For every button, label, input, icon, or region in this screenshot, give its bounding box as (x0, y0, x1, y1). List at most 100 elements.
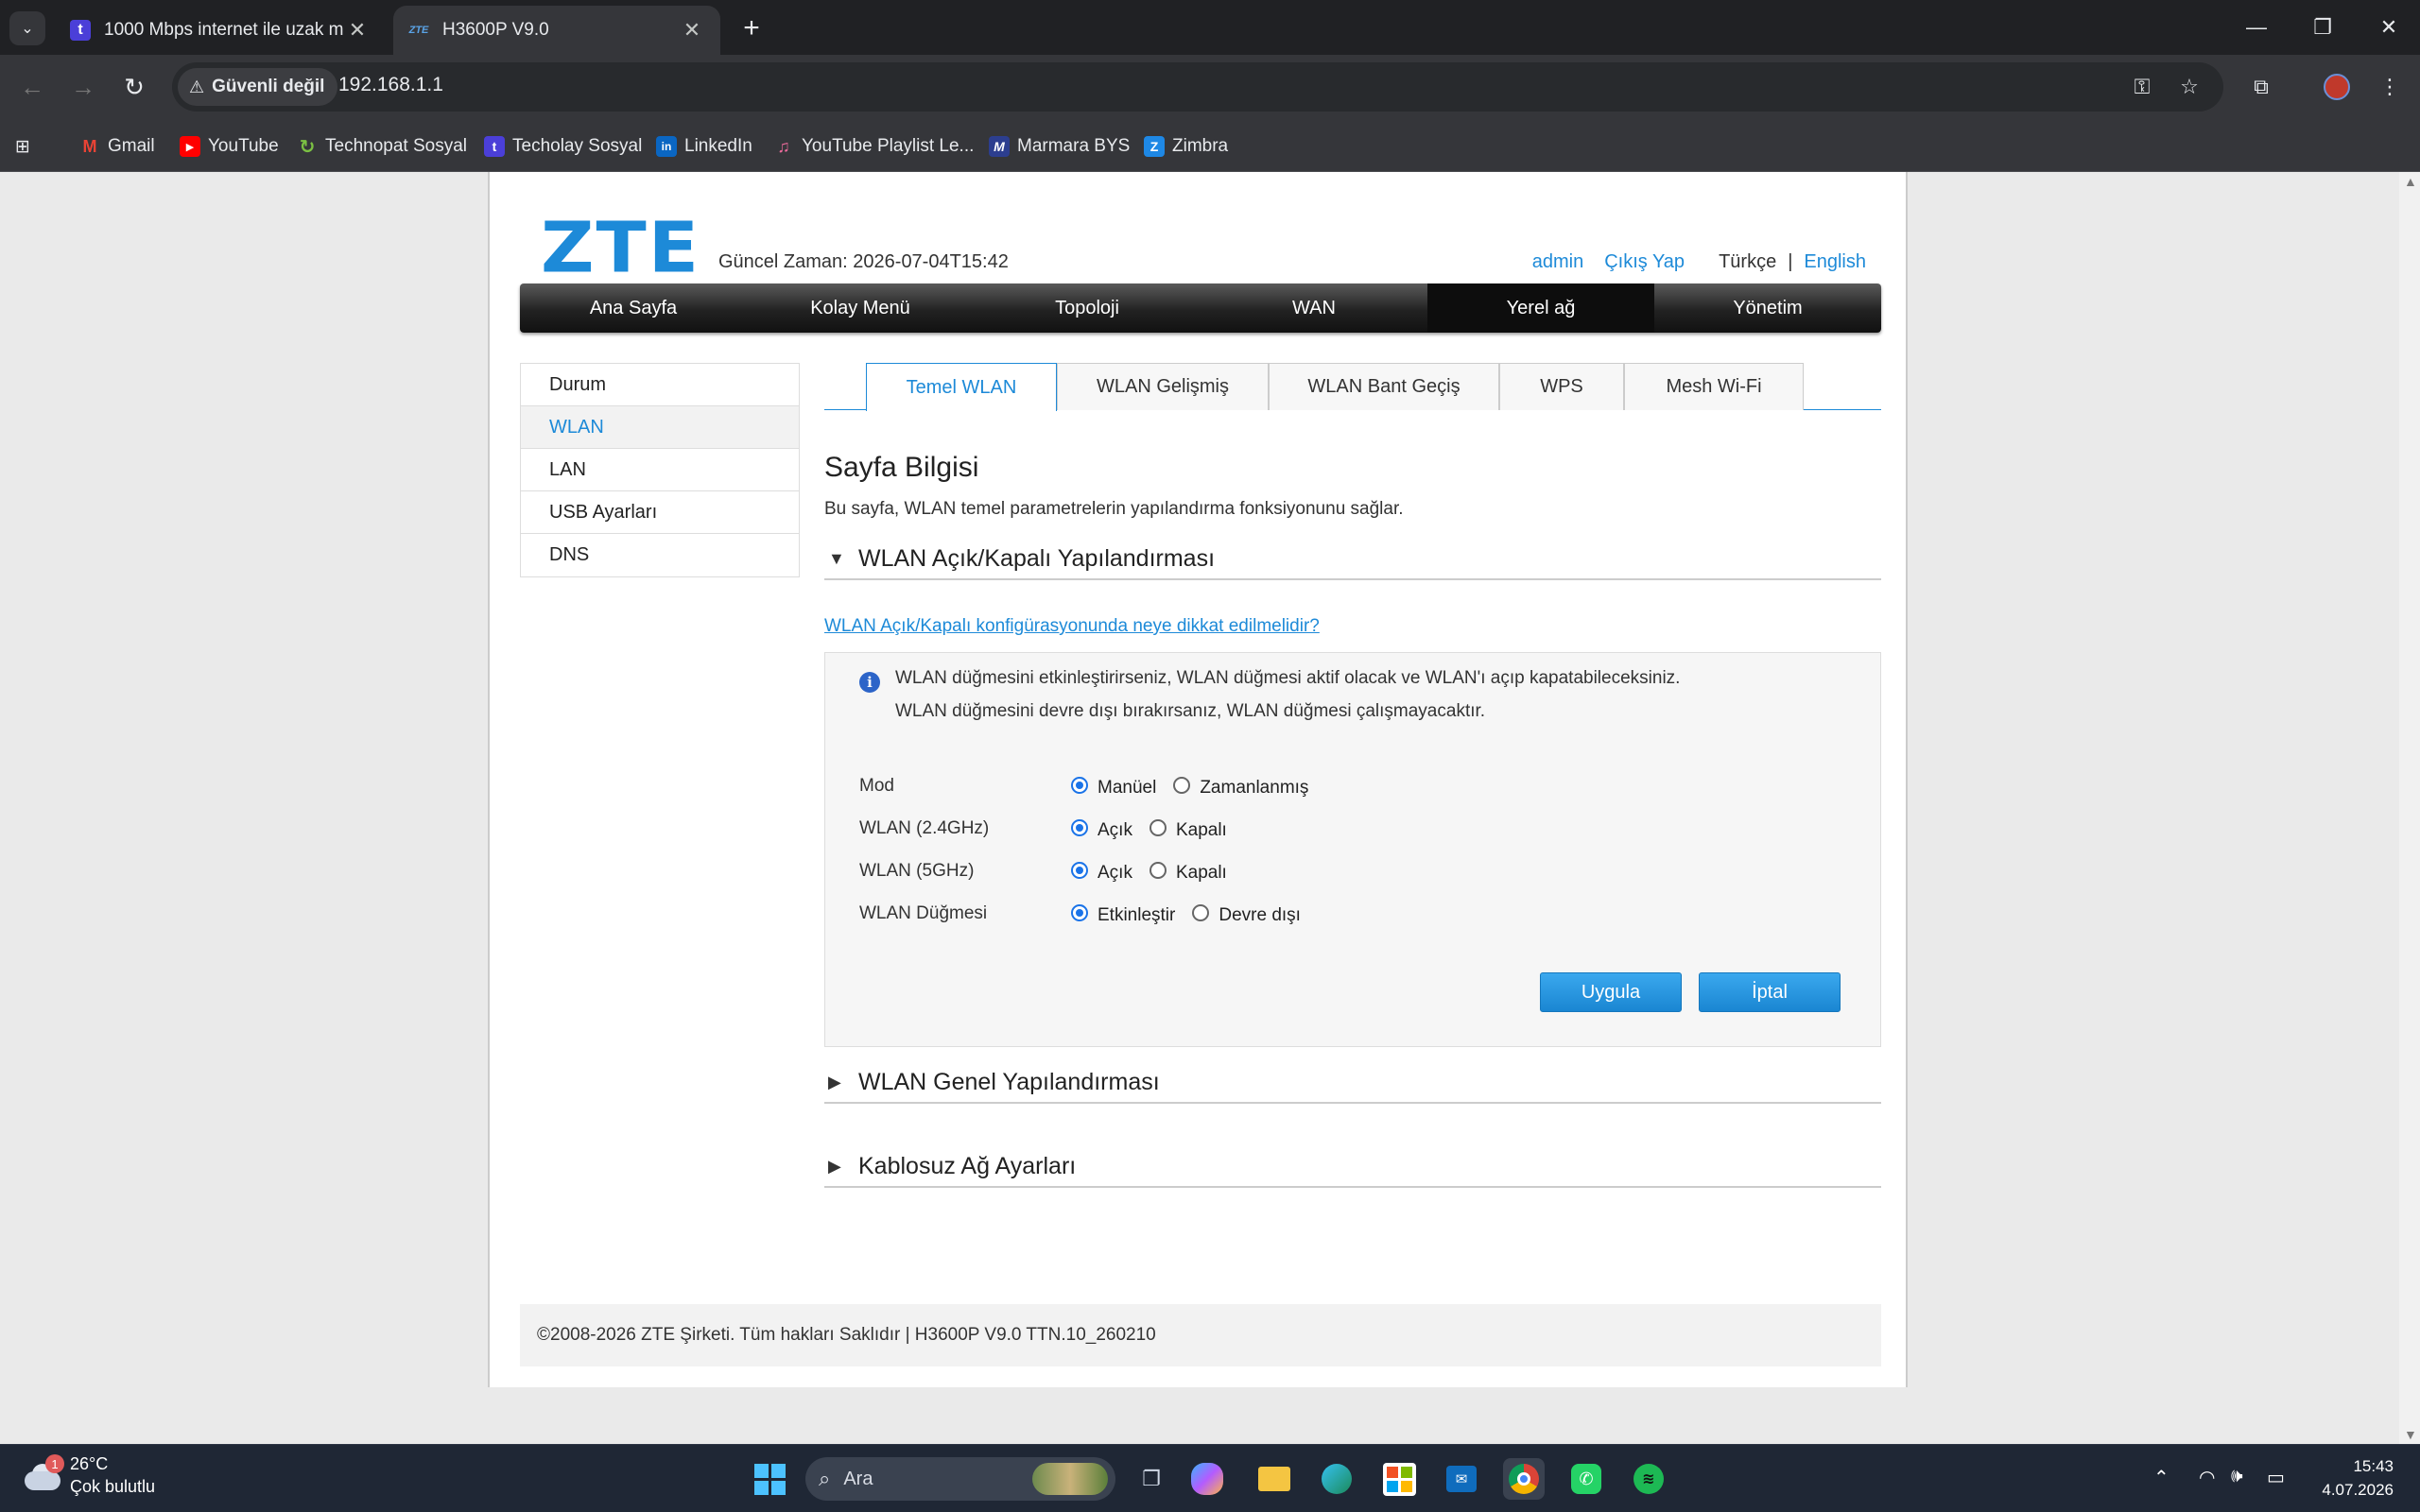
main-nav: Ana Sayfa Kolay Menü Topoloji WAN Yerel … (520, 284, 1881, 333)
side-item-dns[interactable]: DNS (521, 534, 799, 576)
chrome-icon[interactable] (1503, 1458, 1545, 1500)
bookmark-youtube-playlist[interactable]: ♫ YouTube Playlist Le... (773, 132, 974, 161)
radio-wlan24-kapali[interactable] (1149, 819, 1167, 836)
tab-wlan-gelismis[interactable]: WLAN Gelişmiş (1057, 363, 1269, 410)
windows-start-icon[interactable] (749, 1458, 790, 1500)
restore-icon[interactable]: ❐ (2290, 0, 2356, 55)
scroll-down-icon[interactable]: ▼ (2404, 1427, 2417, 1442)
side-item-usb[interactable]: USB Ayarları (521, 491, 799, 534)
row-label-wlan-button: WLAN Düğmesi (859, 903, 988, 923)
section-wireless-settings[interactable]: ▶ Kablosuz Ağ Ayarları (824, 1146, 1881, 1188)
menu-kebab-icon[interactable]: ⋮ (2371, 68, 2409, 106)
nav-topoloji[interactable]: Topoloji (974, 284, 1201, 333)
radio-label: Kapalı (1175, 863, 1227, 883)
side-item-durum[interactable]: Durum (521, 364, 799, 406)
scroll-up-icon[interactable]: ▲ (2404, 174, 2417, 189)
tray-chevron-up-icon[interactable]: ⌃ (2153, 1466, 2169, 1489)
search-highlight-image (1032, 1463, 1108, 1495)
nav-wan[interactable]: WAN (1201, 284, 1427, 333)
info-text-2: WLAN düğmesini devre dışı bırakırsanız, … (895, 701, 1486, 721)
tab-mesh-wifi[interactable]: Mesh Wi-Fi (1624, 363, 1804, 410)
new-tab-button[interactable]: + (734, 11, 769, 45)
section-wlan-general[interactable]: ▶ WLAN Genel Yapılandırması (824, 1062, 1881, 1104)
bookmark-label: Techolay Sosyal (512, 136, 643, 156)
outlook-icon[interactable]: ✉ (1441, 1458, 1482, 1500)
radio-wlan5-acik[interactable] (1071, 862, 1088, 879)
side-item-lan[interactable]: LAN (521, 449, 799, 491)
lang-english[interactable]: English (1804, 251, 1866, 273)
edge-icon[interactable] (1316, 1458, 1357, 1500)
lang-turkish[interactable]: Türkçe (1719, 251, 1776, 273)
close-icon[interactable]: ✕ (679, 17, 705, 43)
task-view-icon[interactable]: ❐ (1131, 1458, 1172, 1500)
warning-icon: ⚠ (189, 77, 205, 96)
nav-ana-sayfa[interactable]: Ana Sayfa (520, 284, 747, 333)
bookmark-technopat[interactable]: ↻ Technopat Sosyal (297, 132, 467, 161)
copilot-icon[interactable] (1191, 1463, 1223, 1495)
url-text[interactable]: 192.168.1.1 (338, 74, 443, 96)
tab-temel-wlan[interactable]: Temel WLAN (866, 363, 1057, 411)
mod-radio-group: Manüel Zamanlanmış (1071, 777, 1325, 799)
radio-label: Etkinleştir (1098, 905, 1176, 925)
reload-icon[interactable]: ↻ (115, 68, 153, 106)
store-icon[interactable] (1378, 1458, 1420, 1500)
back-arrow-icon[interactable]: ← (13, 68, 51, 106)
apps-grid-icon[interactable]: ⊞ (15, 132, 30, 161)
cancel-button[interactable]: İptal (1699, 972, 1841, 1012)
password-key-icon[interactable]: ⚿ (2127, 72, 2157, 102)
nav-yonetim[interactable]: Yönetim (1654, 284, 1881, 333)
section-wlan-onoff[interactable]: ▼ WLAN Açık/Kapalı Yapılandırması (824, 539, 1881, 580)
window-close-icon[interactable]: ✕ (2356, 0, 2420, 55)
bookmark-zimbra[interactable]: Z Zimbra (1144, 132, 1228, 161)
bookmark-techolay[interactable]: t Techolay Sosyal (484, 132, 642, 161)
tab-wlan-bant-gecis[interactable]: WLAN Bant Geçiş (1269, 363, 1499, 410)
logout-link[interactable]: Çıkış Yap (1604, 251, 1685, 273)
tab-wps[interactable]: WPS (1499, 363, 1624, 410)
minimize-icon[interactable]: — (2223, 0, 2290, 55)
extensions-icon[interactable]: ⧉ (2242, 68, 2280, 106)
weather-widget[interactable]: 1 26°C Çok bulutlu (21, 1452, 155, 1498)
radio-wlan5-kapali[interactable] (1149, 862, 1167, 879)
bookmark-linkedin[interactable]: in LinkedIn (656, 132, 752, 161)
taskbar-clock[interactable]: 15:43 4.07.2026 (2322, 1454, 2394, 1502)
nav-kolay-menu[interactable]: Kolay Menü (747, 284, 974, 333)
bookmark-marmara[interactable]: M Marmara BYS (989, 132, 1130, 161)
apply-button[interactable]: Uygula (1540, 972, 1682, 1012)
radio-etkinlestir[interactable] (1071, 904, 1088, 921)
tab-search-chevron-icon[interactable]: ⌄ (9, 11, 45, 45)
row-label-wlan5: WLAN (5GHz) (859, 861, 975, 881)
radio-wlan24-acik[interactable] (1071, 819, 1088, 836)
address-bar[interactable]: ⚠ Güvenli değil 192.168.1.1 ⚿ ☆ (172, 62, 2223, 112)
nav-yerel-ag[interactable]: Yerel ağ (1427, 284, 1654, 333)
volume-icon[interactable]: 🕪 (2231, 1466, 2243, 1487)
notification-badge: 1 (45, 1454, 64, 1473)
user-link[interactable]: admin (1532, 251, 1583, 273)
search-placeholder: Ara (843, 1468, 873, 1489)
tab-title: 1000 Mbps internet ile uzak me (104, 20, 344, 40)
wifi-icon[interactable]: ◠ (2199, 1466, 2215, 1489)
forward-arrow-icon[interactable]: → (64, 68, 102, 106)
info-icon: i (859, 672, 880, 693)
page-scrollbar[interactable]: ▲ ▼ (2399, 172, 2420, 1444)
close-icon[interactable]: ✕ (344, 17, 371, 43)
bookmark-gmail[interactable]: M Gmail (79, 132, 155, 161)
side-item-wlan[interactable]: WLAN (521, 406, 799, 449)
techolay-icon: t (484, 136, 505, 157)
taskbar-search[interactable]: ⌕ Ara (805, 1457, 1115, 1501)
side-nav: Durum WLAN LAN USB Ayarları DNS (520, 363, 800, 577)
help-link[interactable]: WLAN Açık/Kapalı konfigürasyonunda neye … (824, 616, 1320, 637)
bookmark-youtube[interactable]: ▶ YouTube (180, 132, 279, 161)
tab-technopat[interactable]: t 1000 Mbps internet ile uzak me ✕ (55, 6, 386, 55)
security-chip[interactable]: ⚠ Güvenli değil (178, 68, 338, 106)
profile-avatar[interactable] (2318, 68, 2356, 106)
whatsapp-icon[interactable]: ✆ (1565, 1458, 1607, 1500)
file-explorer-icon[interactable] (1253, 1458, 1295, 1500)
tab-router[interactable]: ZTE H3600P V9.0 ✕ (393, 6, 720, 55)
battery-icon[interactable]: ▭ (2267, 1466, 2285, 1489)
radio-zamanlanmis[interactable] (1173, 777, 1191, 794)
weather-temp: 26°C (70, 1454, 109, 1473)
spotify-icon[interactable]: ≋ (1628, 1458, 1669, 1500)
radio-manuel[interactable] (1071, 777, 1088, 794)
bookmark-star-icon[interactable]: ☆ (2174, 72, 2204, 102)
radio-devre-disi[interactable] (1192, 904, 1210, 921)
